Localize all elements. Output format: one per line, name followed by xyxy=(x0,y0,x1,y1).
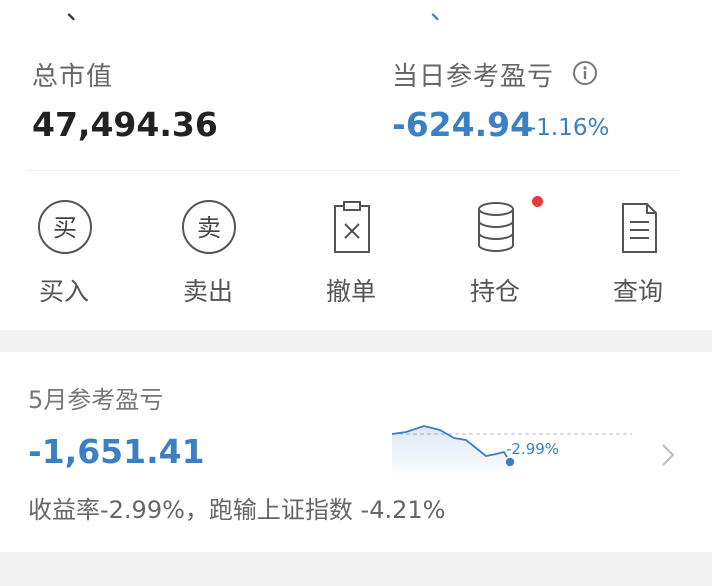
holdings-database-icon xyxy=(478,202,514,252)
chevron-right-icon[interactable] xyxy=(658,442,678,468)
monthly-sparkline: -2.99% xyxy=(392,425,632,474)
yield-comparison-text: 收益率-2.99%，跑输上证指数 -4.21% xyxy=(28,496,446,524)
cropped-text-left: 、 xyxy=(66,0,93,26)
total-market-value: 47,494.36 xyxy=(32,105,218,144)
info-icon[interactable] xyxy=(572,60,598,86)
sparkline-endpoint xyxy=(504,456,516,468)
buy-circle-icon: 买 xyxy=(38,200,92,254)
notification-badge xyxy=(532,196,543,207)
sell-glyph: 卖 xyxy=(197,214,221,242)
bottom-spacer xyxy=(0,552,712,586)
buy-label: 买入 xyxy=(38,277,89,306)
total-market-value-label: 总市值 xyxy=(32,62,114,92)
sell-label: 卖出 xyxy=(182,277,233,306)
buy-button[interactable]: 买 买入 xyxy=(4,198,124,308)
holdings-button[interactable]: 持仓 xyxy=(435,198,555,308)
query-button[interactable]: 查询 xyxy=(578,198,698,308)
cropped-text-right: 、 xyxy=(430,0,457,26)
divider xyxy=(26,170,680,171)
holdings-label: 持仓 xyxy=(469,277,520,306)
sparkline-area xyxy=(392,426,510,474)
sell-button[interactable]: 卖 卖出 xyxy=(148,198,268,308)
buy-glyph: 买 xyxy=(53,214,77,242)
daily-pnl-label: 当日参考盈亏 xyxy=(392,62,555,92)
cancel-order-button[interactable]: 撤单 xyxy=(291,198,411,308)
query-label: 查询 xyxy=(612,277,663,306)
sparkline-end-label: -2.99% xyxy=(506,440,559,458)
sell-circle-icon: 卖 xyxy=(182,200,236,254)
daily-pnl-percent: -1.16% xyxy=(528,115,610,141)
monthly-pnl-label: 5月参考盈亏 xyxy=(28,386,164,414)
cancel-order-label: 撤单 xyxy=(325,277,376,306)
daily-pnl-value: -624.94 xyxy=(392,105,534,144)
cancel-order-clipboard-icon xyxy=(334,201,370,253)
monthly-pnl-value: -1,651.41 xyxy=(28,432,205,471)
query-document-icon xyxy=(622,203,657,253)
